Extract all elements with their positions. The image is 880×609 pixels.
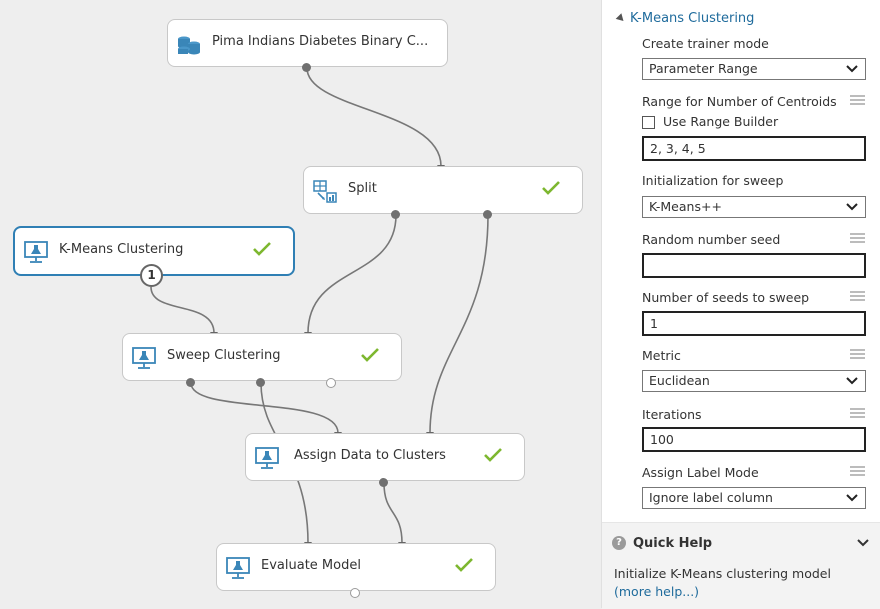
module-icon	[226, 557, 250, 579]
module-label: Evaluate Model	[261, 558, 361, 573]
module-icon	[24, 241, 48, 263]
module-label: Pima Indians Diabetes Binary C...	[212, 34, 429, 49]
module-sweep-clustering[interactable]: Sweep Clustering	[122, 333, 402, 381]
module-pima-dataset[interactable]: Pima Indians Diabetes Binary C...	[167, 19, 448, 67]
edge-assign-evaluate	[383, 482, 403, 544]
use-range-builder-label: Use Range Builder	[663, 114, 779, 129]
random-seed-label: Random number seed	[642, 232, 781, 247]
check-icon	[361, 348, 379, 362]
num-seeds-input[interactable]: 1	[642, 311, 866, 336]
properties-panel: K-Means Clustering Create trainer mode P…	[601, 0, 880, 609]
help-icon: ?	[612, 536, 626, 550]
split-data-icon	[313, 180, 337, 203]
select-value: K-Means++	[649, 199, 722, 214]
select-value: Parameter Range	[649, 61, 758, 76]
chevron-down-icon[interactable]	[857, 539, 869, 547]
parameter-menu-icon[interactable]	[850, 466, 865, 478]
range-centroids-input[interactable]: 2, 3, 4, 5	[642, 136, 866, 161]
range-centroids-label: Range for Number of Centroids	[642, 94, 837, 109]
collapse-triangle-icon[interactable]	[615, 13, 627, 24]
output-port-1[interactable]	[186, 378, 195, 387]
chevron-down-icon	[846, 203, 858, 211]
module-assign-data-to-clusters[interactable]: Assign Data to Clusters	[245, 433, 525, 481]
edge-split-assign	[429, 214, 489, 434]
edge-kmeans-sweep	[150, 286, 215, 334]
iterations-input[interactable]: 100	[642, 427, 866, 452]
output-port-3[interactable]	[326, 378, 336, 388]
quick-help-text: Initialize K-Means clustering model	[614, 566, 831, 581]
output-port-2[interactable]	[256, 378, 265, 387]
properties-section: K-Means Clustering Create trainer mode P…	[602, 0, 880, 522]
check-icon	[542, 181, 560, 195]
assign-label-mode-select[interactable]: Ignore label column	[642, 487, 866, 509]
output-port[interactable]	[379, 478, 388, 487]
dataset-icon	[178, 36, 200, 55]
metric-select[interactable]: Euclidean	[642, 370, 866, 392]
connection-lines	[150, 67, 489, 548]
parameter-menu-icon[interactable]	[850, 408, 865, 420]
module-label: Assign Data to Clusters	[294, 448, 446, 463]
module-label: Split	[348, 181, 377, 196]
output-port-badge[interactable]: 1	[140, 264, 163, 287]
experiment-canvas[interactable]: Pima Indians Diabetes Binary C... Split …	[0, 0, 600, 608]
output-port[interactable]	[302, 63, 311, 72]
check-icon	[455, 558, 473, 572]
create-trainer-mode-label: Create trainer mode	[642, 36, 769, 51]
output-port-left[interactable]	[391, 210, 400, 219]
module-icon	[255, 447, 279, 469]
input-value: 100	[650, 432, 674, 447]
parameter-menu-icon[interactable]	[850, 291, 865, 303]
create-trainer-mode-select[interactable]: Parameter Range	[642, 58, 866, 80]
quick-help-section: ? Quick Help Initialize K-Means clusteri…	[602, 522, 880, 609]
parameter-menu-icon[interactable]	[850, 95, 865, 107]
select-value: Ignore label column	[649, 490, 773, 505]
check-icon	[253, 242, 271, 256]
properties-title[interactable]: K-Means Clustering	[630, 11, 754, 26]
chevron-down-icon	[846, 377, 858, 385]
select-value: Euclidean	[649, 373, 710, 388]
module-icon	[132, 347, 156, 369]
output-port-right[interactable]	[483, 210, 492, 219]
parameter-menu-icon[interactable]	[850, 349, 865, 361]
quick-help-title[interactable]: Quick Help	[633, 536, 712, 551]
input-value: 2, 3, 4, 5	[650, 141, 706, 156]
module-label: K-Means Clustering	[59, 242, 184, 257]
output-port[interactable]	[350, 588, 360, 598]
chevron-down-icon	[846, 494, 858, 502]
module-evaluate-model[interactable]: Evaluate Model	[216, 543, 496, 591]
use-range-builder-checkbox[interactable]	[642, 116, 655, 129]
check-icon	[484, 448, 502, 462]
iterations-label: Iterations	[642, 407, 702, 422]
input-value: 1	[650, 316, 658, 331]
init-sweep-label: Initialization for sweep	[642, 173, 784, 188]
assign-label-mode-label: Assign Label Mode	[642, 465, 759, 480]
module-split[interactable]: Split	[303, 166, 583, 214]
chevron-down-icon	[846, 65, 858, 73]
metric-label: Metric	[642, 348, 681, 363]
more-help-link[interactable]: (more help...)	[614, 584, 699, 599]
random-seed-input[interactable]	[642, 253, 866, 278]
edge-pima-split	[306, 67, 442, 167]
edge-split-sweep	[307, 214, 397, 334]
module-label: Sweep Clustering	[167, 348, 281, 363]
parameter-menu-icon[interactable]	[850, 233, 865, 245]
num-seeds-label: Number of seeds to sweep	[642, 290, 810, 305]
init-sweep-select[interactable]: K-Means++	[642, 196, 866, 218]
